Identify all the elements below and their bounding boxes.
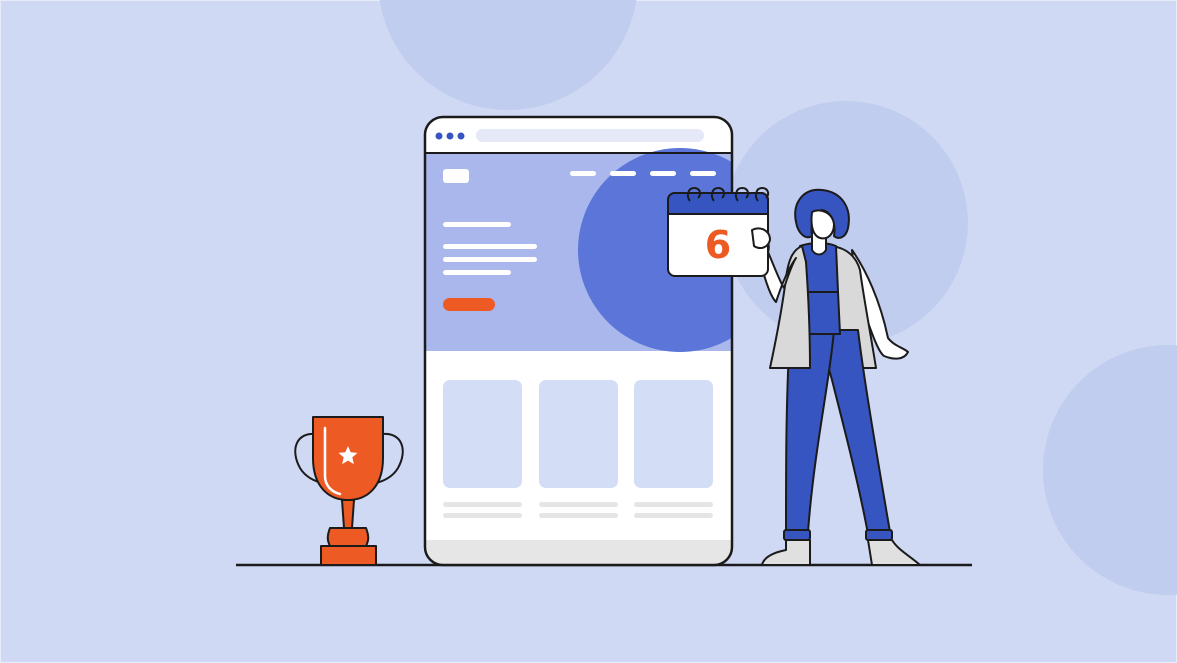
address-bar [476, 129, 704, 142]
hero-logo-block [443, 169, 469, 183]
window-dot-3 [457, 132, 465, 140]
person-cuff-front [783, 529, 811, 541]
hero-heading-line [443, 222, 511, 227]
card-caption-3b [634, 513, 713, 518]
nav-dash-3 [650, 171, 676, 176]
browser-window [423, 115, 734, 567]
card-caption-1a [443, 502, 522, 507]
card-caption-1b [443, 513, 522, 518]
browser-footer-bar [425, 540, 732, 565]
hero-text-line-3 [443, 270, 511, 275]
trophy-base-top [326, 527, 370, 547]
illustration-canvas: 6 [0, 0, 1177, 663]
card-caption-2a [539, 502, 618, 507]
card-caption-3a [634, 502, 713, 507]
person-face [810, 209, 835, 240]
person-cuff-back [865, 529, 893, 541]
nav-dash-2 [610, 171, 636, 176]
illustration-stage: 6 [0, 0, 1177, 663]
hero-text-line-1 [443, 244, 537, 249]
content-card-3 [634, 380, 713, 488]
trophy-stem [341, 499, 355, 529]
window-dot-2 [446, 132, 454, 140]
nav-dash-1 [570, 171, 596, 176]
content-card-2 [539, 380, 618, 488]
calendar-header [667, 192, 769, 215]
nav-dash-4 [690, 171, 716, 176]
hero-text-line-2 [443, 257, 537, 262]
calendar-day-number: 6 [705, 223, 731, 267]
person-hand [751, 227, 771, 249]
trophy-base [320, 545, 377, 566]
window-dot-1 [435, 132, 443, 140]
hero-cta-button [443, 298, 495, 311]
card-caption-2b [539, 513, 618, 518]
content-card-1 [443, 380, 522, 488]
